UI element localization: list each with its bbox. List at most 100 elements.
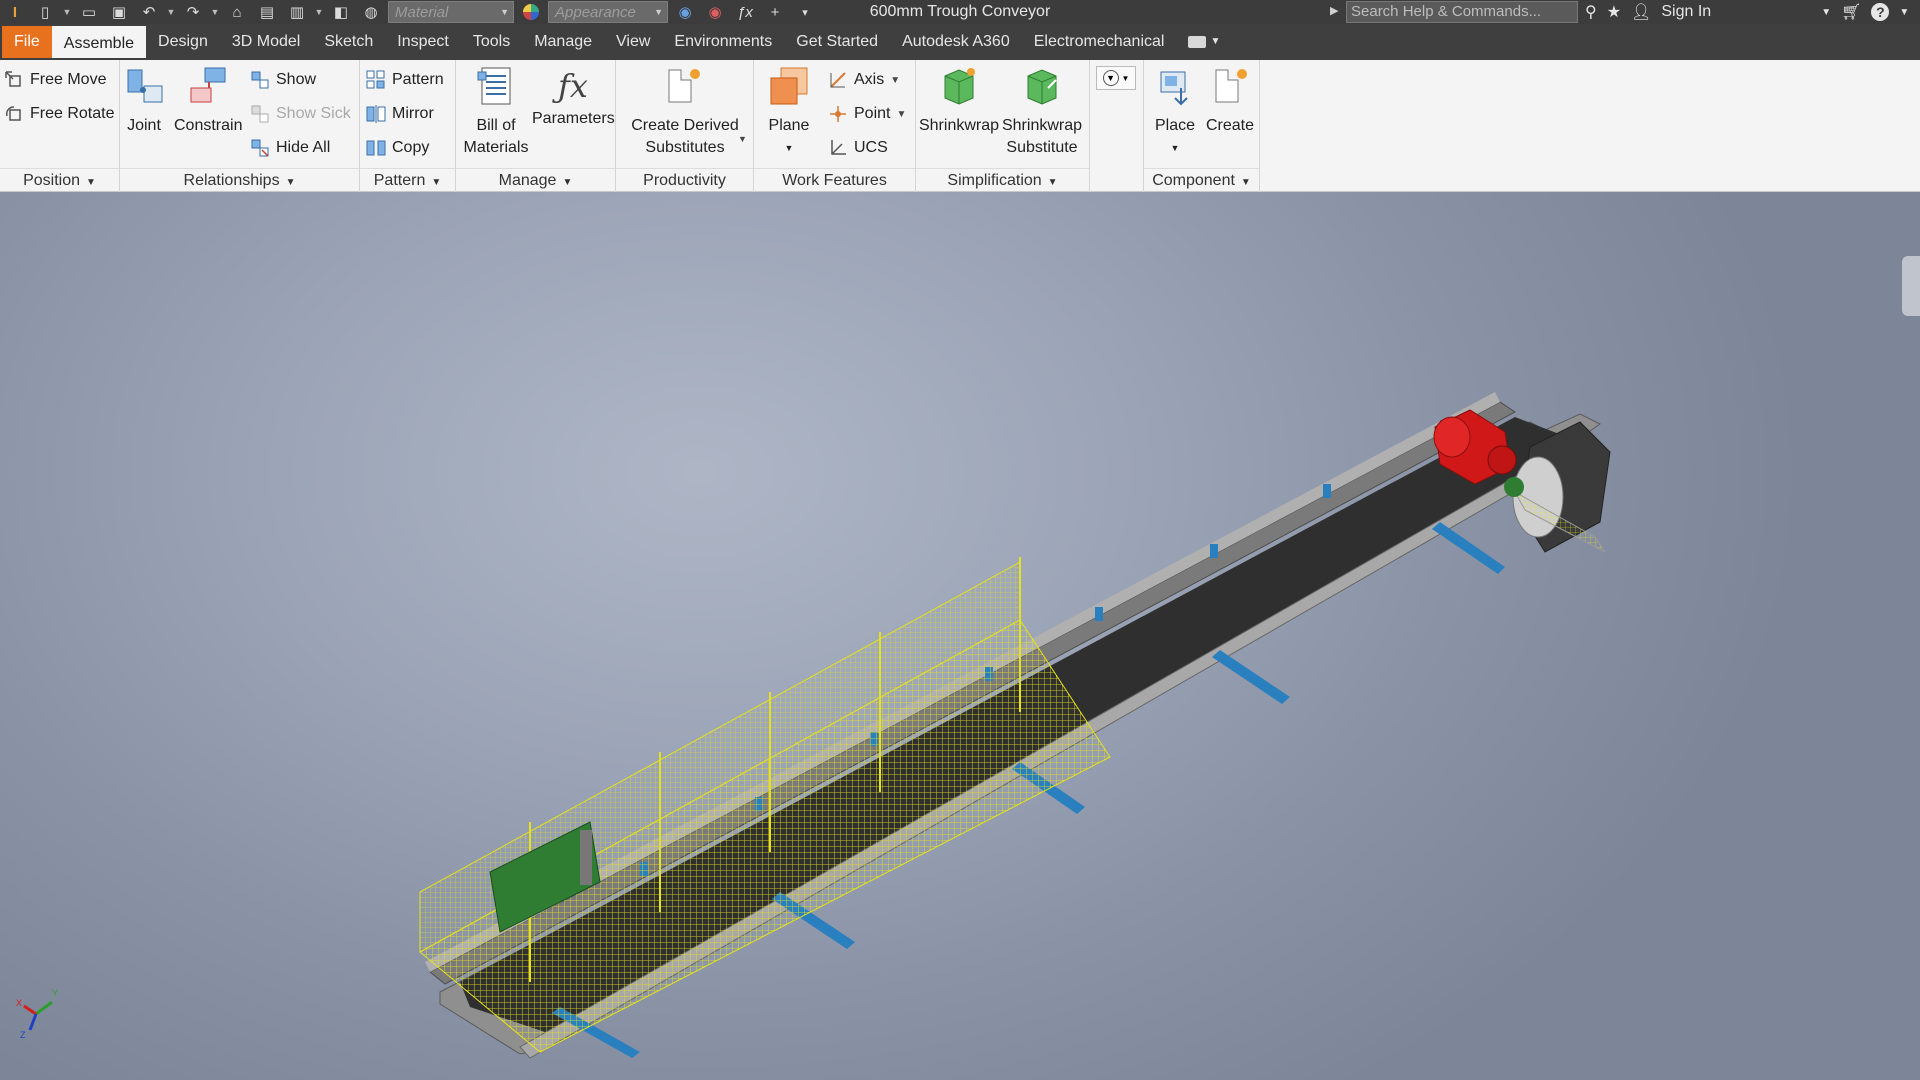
free-rotate-icon xyxy=(5,106,21,121)
pattern-button[interactable]: Pattern xyxy=(366,66,444,94)
cross-support-2[interactable] xyxy=(1212,650,1290,704)
select-dropdown-arrow-icon[interactable]: ▼ xyxy=(314,1,324,23)
place-dropdown-icon[interactable]: ▼ xyxy=(1144,137,1206,159)
mirror-button[interactable]: Mirror xyxy=(366,100,434,128)
place-button[interactable]: Place ▼ xyxy=(1144,66,1206,159)
tab-sketch[interactable]: Sketch xyxy=(312,26,385,58)
viewcube[interactable] xyxy=(1902,256,1920,316)
conveyor-model[interactable] xyxy=(0,192,1920,1080)
tab-tools[interactable]: Tools xyxy=(461,26,522,58)
tab-manage[interactable]: Manage xyxy=(522,26,604,58)
point-dropdown-icon[interactable]: ▼ xyxy=(896,109,906,120)
search-expand-icon[interactable]: ▶ xyxy=(1330,4,1338,17)
create-derived-substitutes-button[interactable]: Create Derived Substitutes xyxy=(620,66,750,159)
show-sick-button[interactable]: Show Sick xyxy=(250,100,351,128)
select-icon[interactable]: ▥ xyxy=(284,1,310,23)
ucs-button[interactable]: UCS xyxy=(828,134,888,162)
ribbon-display-toggle[interactable]: ▼ xyxy=(1176,26,1232,58)
panel-title-simplification[interactable]: Simplification ▼ xyxy=(916,168,1089,192)
customize-qat-icon[interactable]: ▾ xyxy=(792,1,818,23)
clear-appearance-icon[interactable]: ◉ xyxy=(702,1,728,23)
print-icon[interactable]: ▤ xyxy=(254,1,280,23)
favorites-star-icon[interactable]: ★ xyxy=(1607,2,1621,22)
fx-icon[interactable]: ƒx xyxy=(732,1,758,23)
mirror-icon xyxy=(366,105,386,123)
create-button[interactable]: Create xyxy=(1202,66,1258,137)
tab-autodesk-a360[interactable]: Autodesk A360 xyxy=(890,26,1022,58)
undo-icon[interactable]: ↶ xyxy=(136,1,162,23)
shrinkwrap-substitute-button[interactable]: Shrinkwrap Substitute xyxy=(1000,66,1084,159)
create-derived-substitutes-dropdown-icon[interactable]: ▼ xyxy=(738,134,747,144)
constrain-icon xyxy=(190,67,226,103)
panel-title-component[interactable]: Component ▼ xyxy=(1144,168,1259,192)
constrain-button[interactable]: Constrain xyxy=(174,66,242,137)
update-icon[interactable]: ◧ xyxy=(328,1,354,23)
hide-all-button[interactable]: Hide All xyxy=(250,134,330,162)
inventor-logo-icon[interactable]: I xyxy=(2,1,28,23)
help-dropdown-icon[interactable]: ▼ xyxy=(1899,7,1909,18)
binoculars-icon[interactable]: ⚲ xyxy=(1585,2,1597,22)
adjust-appearance-icon[interactable]: ◉ xyxy=(672,1,698,23)
help-icon[interactable]: ? xyxy=(1871,3,1890,21)
open-folder-icon[interactable]: ▭ xyxy=(76,1,102,23)
user-icon[interactable]: 👤︎ xyxy=(1631,2,1651,22)
show-button[interactable]: Show xyxy=(250,66,316,94)
sign-in-dropdown-icon[interactable]: ▼ xyxy=(1821,7,1831,18)
panel-simplification: Shrinkwrap Shrinkwrap Substitute Simplif… xyxy=(916,60,1090,192)
fx-parameters-icon: ƒx xyxy=(558,67,588,105)
gallery-dropdown-arrow-icon: ▼ xyxy=(1121,73,1130,83)
tab-get-started[interactable]: Get Started xyxy=(784,26,890,58)
tab-file[interactable]: File xyxy=(2,26,52,58)
graphics-viewport[interactable]: Y X Z xyxy=(0,192,1920,1080)
panel-title-pattern[interactable]: Pattern ▼ xyxy=(360,168,455,192)
ribbon-panel-area: Free Move Free Rotate Position ▼ Joint Co… xyxy=(0,60,1920,192)
search-input[interactable]: Search Help & Commands... xyxy=(1346,1,1578,23)
home-icon[interactable]: ⌂ xyxy=(224,1,250,23)
redo-icon[interactable]: ↷ xyxy=(180,1,206,23)
cart-icon[interactable]: 🛒︎ xyxy=(1841,2,1861,22)
free-move-button[interactable]: Free Move xyxy=(4,66,106,94)
material-combo[interactable]: Material ▼ xyxy=(388,1,514,23)
tab-view[interactable]: View xyxy=(604,26,662,58)
tab-environments[interactable]: Environments xyxy=(662,26,784,58)
tab-design[interactable]: Design xyxy=(146,26,220,58)
plane-button[interactable]: Plane ▼ xyxy=(758,66,820,159)
joint-button[interactable]: Joint xyxy=(126,66,163,137)
shrinkwrap-button[interactable]: Shrinkwrap xyxy=(918,66,1000,137)
tab-inspect[interactable]: Inspect xyxy=(385,26,461,58)
undo-dropdown-arrow-icon[interactable]: ▼ xyxy=(166,1,176,23)
panel-title-position[interactable]: Position ▼ xyxy=(0,168,119,192)
create-derived-substitutes-icon xyxy=(668,69,700,103)
gallery-dropdown[interactable]: ▼ ▼ xyxy=(1096,66,1136,90)
point-button[interactable]: Point ▼ xyxy=(828,100,906,128)
tab-electromechanical[interactable]: Electromechanical xyxy=(1022,26,1177,58)
redo-dropdown-arrow-icon[interactable]: ▼ xyxy=(210,1,220,23)
parameters-button[interactable]: ƒx Parameters xyxy=(532,66,615,130)
appearance-combo[interactable]: Appearance ▼ xyxy=(548,1,668,23)
add-icon[interactable]: + xyxy=(762,1,788,23)
new-dropdown-arrow-icon[interactable]: ▼ xyxy=(62,1,72,23)
sign-in-link[interactable]: Sign In xyxy=(1661,3,1711,21)
place-icon xyxy=(1160,71,1188,106)
axis-button[interactable]: Axis ▼ xyxy=(828,66,900,94)
parameters-label: Parameters xyxy=(532,110,615,127)
show-sick-icon xyxy=(251,105,269,123)
tab-assemble[interactable]: Assemble xyxy=(51,26,147,58)
free-rotate-button[interactable]: Free Rotate xyxy=(4,100,114,128)
ucs-label: UCS xyxy=(854,139,888,156)
globe-icon[interactable]: ◍ xyxy=(358,1,384,23)
bill-of-materials-button[interactable]: Bill of Materials xyxy=(458,66,534,159)
tab-3d-model[interactable]: 3D Model xyxy=(220,26,312,58)
plane-dropdown-icon[interactable]: ▼ xyxy=(758,137,820,159)
axis-dropdown-icon[interactable]: ▼ xyxy=(890,75,900,86)
cross-support-1[interactable] xyxy=(1432,522,1505,574)
panel-title-position-label: Position xyxy=(23,172,80,189)
panel-title-relationships[interactable]: Relationships ▼ xyxy=(120,168,359,192)
free-move-label: Free Move xyxy=(30,71,107,88)
panel-title-manage[interactable]: Manage ▼ xyxy=(456,168,615,192)
title-bar: I ▯ ▼ ▭ ▣ ↶ ▼ ↷ ▼ ⌂ ▤ ▥ ▼ ◧ ◍ Material ▼ … xyxy=(0,0,1920,24)
copy-button[interactable]: Copy xyxy=(366,134,429,162)
save-icon[interactable]: ▣ xyxy=(106,1,132,23)
shrinkwrap-substitute-icon xyxy=(1027,69,1057,105)
new-file-icon[interactable]: ▯ xyxy=(32,1,58,23)
